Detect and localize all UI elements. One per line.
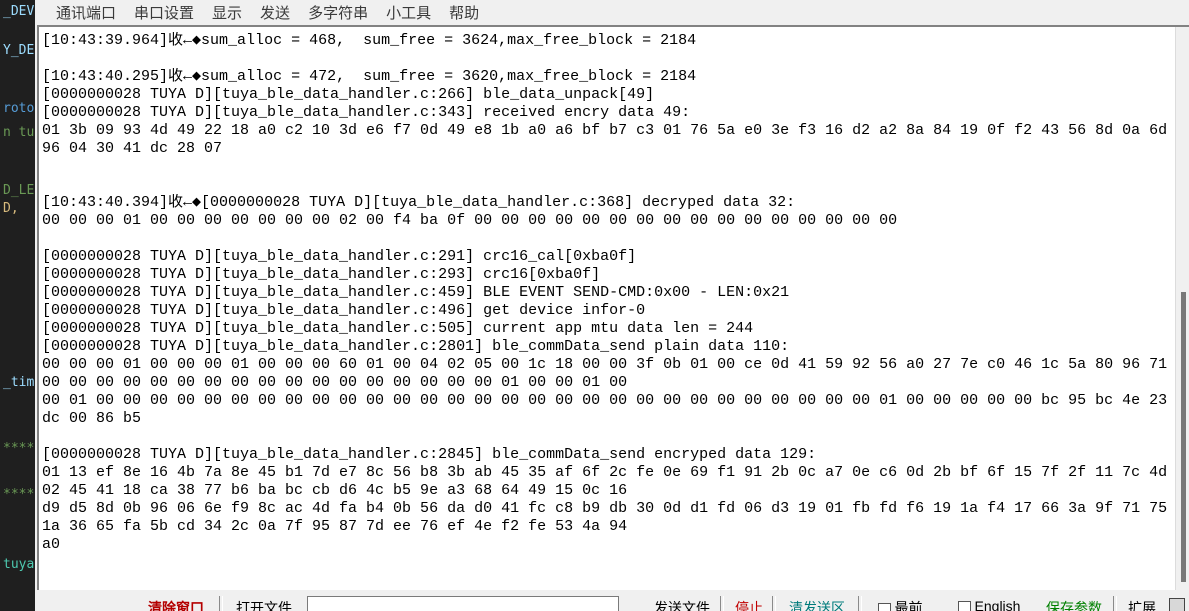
log-line: 01 13 ef 8e 16 4b 7a 8e 45 b1 7d e7 8c 5… xyxy=(42,464,1173,482)
menu-bar: 通讯端口 串口设置 显示 发送 多字符串 小工具 帮助 xyxy=(39,0,1189,25)
log-line: d9 d5 8d 0b 96 06 6e f9 8c ac 4d fa b4 0… xyxy=(42,500,1173,518)
log-lines: [10:43:39.964]收←◆sum_alloc = 468, sum_fr… xyxy=(42,32,1173,554)
log-line xyxy=(42,158,1173,176)
clear-window-button[interactable]: 清除窗口 xyxy=(138,595,214,611)
log-line: [0000000028 TUYA D][tuya_ble_data_handle… xyxy=(42,266,1173,284)
file-path-input[interactable] xyxy=(307,596,619,611)
menu-item[interactable]: 通讯端口 xyxy=(47,0,125,25)
receive-log-area[interactable]: [10:43:39.964]收←◆sum_alloc = 468, sum_fr… xyxy=(37,25,1189,590)
log-line: 00 00 00 01 00 00 00 00 00 00 00 02 00 f… xyxy=(42,212,1173,230)
english-option[interactable]: English xyxy=(943,595,1035,611)
log-line: [0000000028 TUYA D][tuya_ble_data_handle… xyxy=(42,338,1173,356)
editor-code-fragment: n tu xyxy=(3,125,34,141)
open-file-button[interactable]: 打开文件 xyxy=(228,595,300,611)
editor-code-fragment: tuya xyxy=(3,557,34,573)
send-file-button[interactable]: 发送文件 xyxy=(648,595,716,611)
log-line: 00 00 00 00 00 00 00 00 00 00 00 00 00 0… xyxy=(42,374,1173,392)
english-checkbox[interactable] xyxy=(958,601,971,611)
editor-code-fragment: _tim xyxy=(3,375,34,391)
log-line xyxy=(42,50,1173,68)
extend-button[interactable]: 扩展 xyxy=(1121,595,1163,611)
separator xyxy=(772,596,776,611)
log-line: 02 45 41 18 ca 38 77 b6 ba bc cb d6 4c b… xyxy=(42,482,1173,500)
log-line: 96 04 30 41 dc 28 07 xyxy=(42,140,1173,158)
log-line: 00 00 00 01 00 00 00 01 00 00 00 60 01 0… xyxy=(42,356,1173,374)
log-line: [0000000028 TUYA D][tuya_ble_data_handle… xyxy=(42,302,1173,320)
menu-item[interactable]: 帮助 xyxy=(440,0,488,25)
log-line: dc 00 86 b5 xyxy=(42,410,1173,428)
log-line: [0000000028 TUYA D][tuya_ble_data_handle… xyxy=(42,248,1173,266)
always-on-top-label: 最前 xyxy=(895,600,923,611)
always-on-top-option[interactable]: 最前 xyxy=(867,595,933,611)
screen: _DEV Y_DE roto n tu D_LE D, _tim **** **… xyxy=(0,0,1189,611)
scrollbar-thumb[interactable] xyxy=(1181,292,1186,582)
clear-send-area-button[interactable]: 清发送区 xyxy=(779,595,855,611)
log-line: [10:43:39.964]收←◆sum_alloc = 468, sum_fr… xyxy=(42,32,1173,50)
log-line: [10:43:40.394]收←◆[0000000028 TUYA D][tuy… xyxy=(42,194,1173,212)
editor-code-fragment: _DEV xyxy=(3,4,34,20)
log-line: 01 3b 09 93 4d 49 22 18 a0 c2 10 3d e6 f… xyxy=(42,122,1173,140)
log-line xyxy=(42,428,1173,446)
log-line: [0000000028 TUYA D][tuya_ble_data_handle… xyxy=(42,86,1173,104)
bottom-toolbar: 清除窗口 打开文件 发送文件 停止 清发送区 最前 English 保存参数 扩… xyxy=(35,595,1189,611)
serial-tool-window: 通讯端口 串口设置 显示 发送 多字符串 小工具 帮助 [10:43:39.96… xyxy=(35,0,1189,611)
log-line: [0000000028 TUYA D][tuya_ble_data_handle… xyxy=(42,284,1173,302)
editor-code-fragment: Y_DE xyxy=(3,43,34,59)
separator xyxy=(858,596,862,611)
separator xyxy=(1113,596,1117,611)
editor-code-fragment: **** xyxy=(3,487,34,503)
menu-item[interactable]: 发送 xyxy=(251,0,299,25)
log-line xyxy=(42,230,1173,248)
log-line: 1a 36 65 fa 5b cd 34 2c 0a 7f 95 87 7d e… xyxy=(42,518,1173,536)
save-params-button[interactable]: 保存参数 xyxy=(1038,595,1110,611)
editor-code-fragment: D, xyxy=(3,201,19,217)
separator xyxy=(219,596,223,611)
log-line xyxy=(42,176,1173,194)
vertical-scrollbar[interactable] xyxy=(1175,27,1189,590)
separator xyxy=(720,596,724,611)
stop-button[interactable]: 停止 xyxy=(729,595,769,611)
window-split-icon[interactable] xyxy=(1169,598,1185,611)
menu-item[interactable]: 多字符串 xyxy=(299,0,377,25)
editor-code-fragment: **** xyxy=(3,441,34,457)
menu-item[interactable]: 显示 xyxy=(203,0,251,25)
menu-item[interactable]: 小工具 xyxy=(377,0,440,25)
editor-code-fragment: D_LE xyxy=(3,183,34,199)
log-line: [10:43:40.295]收←◆sum_alloc = 472, sum_fr… xyxy=(42,68,1173,86)
english-label: English xyxy=(975,598,1021,611)
background-editor-strip: _DEV Y_DE roto n tu D_LE D, _tim **** **… xyxy=(0,0,35,611)
editor-code-fragment: roto xyxy=(3,101,34,117)
log-line: [0000000028 TUYA D][tuya_ble_data_handle… xyxy=(42,104,1173,122)
log-line: [0000000028 TUYA D][tuya_ble_data_handle… xyxy=(42,320,1173,338)
log-line: 00 01 00 00 00 00 00 00 00 00 00 00 00 0… xyxy=(42,392,1173,410)
menu-item[interactable]: 串口设置 xyxy=(125,0,203,25)
log-line: [0000000028 TUYA D][tuya_ble_data_handle… xyxy=(42,446,1173,464)
log-line: a0 xyxy=(42,536,1173,554)
always-on-top-checkbox[interactable] xyxy=(878,603,891,611)
